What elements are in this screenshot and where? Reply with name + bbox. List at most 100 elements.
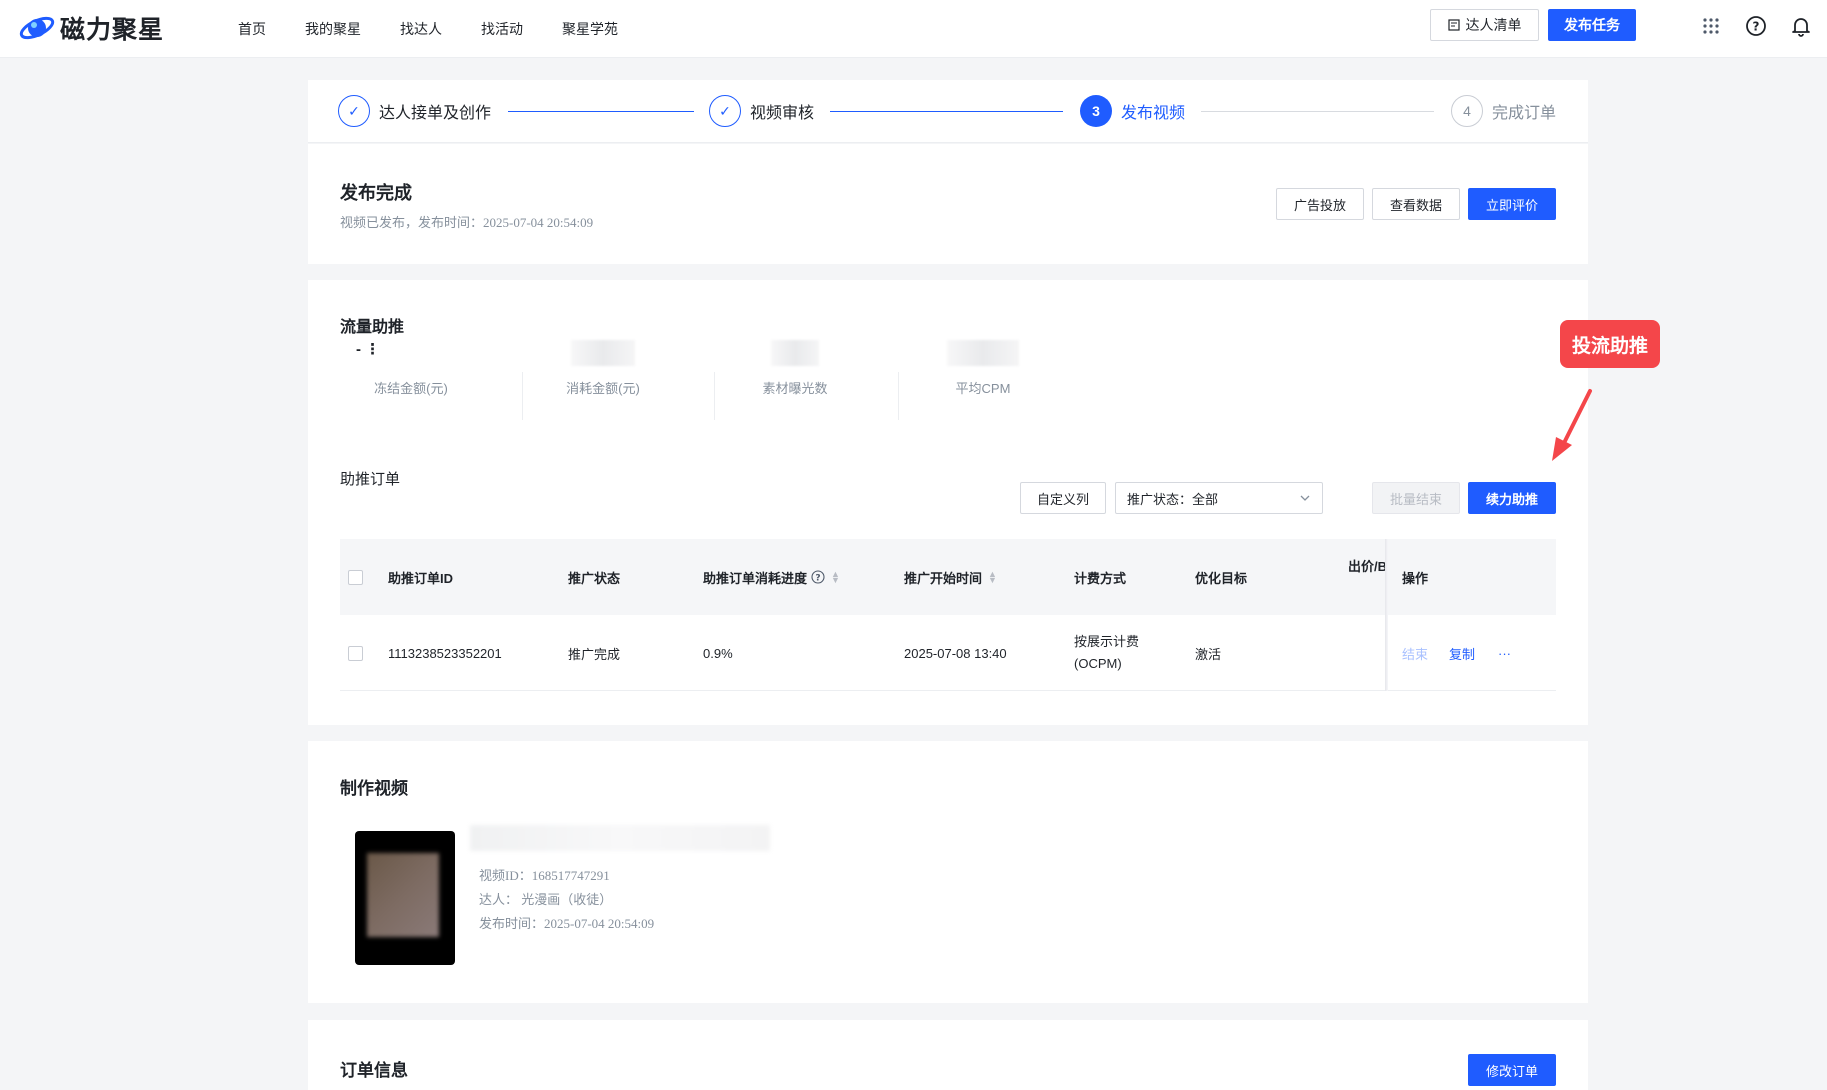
avg-cpm-stat: 平均CPM [928,340,1038,397]
order-start-time: 2025-07-08 13:40 [904,645,1007,661]
main-nav: 首页 我的聚星 找达人 找活动 聚星学苑 [238,0,657,58]
help-icon[interactable]: ? [1745,15,1767,37]
order-id: 1113238523352201 [388,645,502,661]
ad-placement-button[interactable]: 广告投放 [1276,188,1364,220]
brand-logo[interactable]: 磁力聚星 [18,10,164,46]
traffic-boost-card: 流量助推 - ⋮ 冻结金额(元) 消耗金额(元) 素材曝光数 平均CPM 助推订… [308,280,1588,725]
step-connector [1201,111,1434,112]
order-progress: 0.9% [703,645,733,661]
stat-divider [898,372,899,420]
annotation-callout: 投流助推 [1560,320,1660,368]
publish-subtitle: 视频已发布，发布时间：2025-07-04 20:54:09 [340,215,594,230]
step-connector [508,111,694,112]
order-billing: 按展示计费 (OCPM) [1074,615,1139,691]
blurred-value [947,340,1019,366]
col-progress-label: 助推订单消耗进度 [703,570,808,586]
annotation-arrow-icon [1552,389,1592,461]
status-filter-select[interactable]: 推广状态：全部 [1115,482,1323,514]
billing-model: (OCPM) [1074,656,1122,671]
step-label: 视频审核 [750,105,815,122]
billing-type: 按展示计费 [1074,634,1140,649]
publish-task-button[interactable]: 发布任务 [1548,9,1636,41]
blurred-thumbnail-image [367,853,439,937]
check-icon: ✓ [338,95,370,127]
continue-boost-button[interactable]: 续力助推 [1468,482,1556,514]
end-order-link[interactable]: 结束 [1402,615,1428,691]
col-target: 优化目标 [1195,570,1248,586]
top-header: 磁力聚星 首页 我的聚星 找达人 找活动 聚星学苑 达人清单 发布任务 ? [0,0,1827,58]
apps-grid-icon[interactable] [1700,15,1722,37]
publish-title: 发布完成 [340,183,412,203]
col-billing: 计费方式 [1074,570,1127,586]
video-id: 视频ID：168517747291 [479,868,610,883]
stat-divider [714,372,715,420]
frozen-amount-label: 冻结金额(元) [374,381,448,396]
svg-text:?: ? [1753,20,1760,34]
checkbox-box [348,645,363,661]
order-info-card: 订单信息 修改订单 [308,1020,1588,1090]
step-label: 完成订单 [1492,105,1557,122]
nav-find-activity[interactable]: 找活动 [481,19,523,39]
review-now-button[interactable]: 立即评价 [1468,188,1556,220]
list-doc-icon [1447,19,1460,31]
status-filter-value: 推广状态：全部 [1127,491,1219,507]
order-target: 激活 [1195,646,1222,662]
avg-cpm-label: 平均CPM [955,381,1011,396]
col-order-id: 助推订单ID [388,570,454,586]
video-thumbnail[interactable] [355,831,455,965]
boost-orders-table: 助推订单ID 推广状态 助推订单消耗进度 ? ▲ ▼ 推广开始时间 ▲ ▼ 计费方式… [340,539,1556,691]
nav-academy[interactable]: 聚星学苑 [562,19,618,39]
view-data-button[interactable]: 查看数据 [1372,188,1460,220]
step-label: 发布视频 [1121,105,1186,122]
nav-my-star[interactable]: 我的聚星 [305,19,361,39]
col-progress[interactable]: 助推订单消耗进度 ? ▲ ▼ [703,539,840,615]
blurred-video-title [470,825,770,851]
video-title: 制作视频 [340,779,408,798]
frozen-amount-value: - ⋮ [356,341,381,358]
step-publish: 3 发布视频 [1080,95,1185,127]
custom-columns-button[interactable]: 自定义列 [1020,482,1106,514]
col-start-time[interactable]: 推广开始时间 ▲ ▼ [904,539,997,615]
table-header: 助推订单ID 推广状态 助推订单消耗进度 ? ▲ ▼ 推广开始时间 ▲ ▼ 计费方式… [340,539,1556,615]
traffic-title: 流量助推 [340,319,405,336]
copy-order-link[interactable]: 复制 [1449,615,1475,691]
check-icon: ✓ [709,95,741,127]
bell-icon[interactable] [1790,15,1812,37]
col-bid: 出价/B [1348,558,1388,574]
step-number: 4 [1451,95,1483,127]
exposure-stat: 素材曝光数 [740,340,850,397]
col-start-time-label: 推广开始时间 [904,570,983,586]
row-checkbox[interactable] [348,615,363,691]
exposure-label: 素材曝光数 [762,381,828,396]
blurred-value [771,340,819,366]
chevron-down-icon [1300,495,1310,501]
nav-find-talent[interactable]: 找达人 [400,19,442,39]
order-info-title: 订单信息 [340,1061,408,1080]
frozen-amount-stat: - ⋮ 冻结金额(元) [356,340,466,397]
sort-icon[interactable]: ▲ ▼ [988,570,997,585]
consumed-amount-stat: 消耗金额(元) [548,340,658,397]
video-publish-time: 发布时间：2025-07-04 20:54:09 [479,916,655,931]
step-review: ✓ 视频审核 [709,95,814,127]
progress-steps: ✓ 达人接单及创作 ✓ 视频审核 3 发布视频 4 完成订单 [308,80,1588,143]
col-status: 推广状态 [568,570,621,586]
order-status: 推广完成 [568,646,621,662]
fixed-column-shadow [1385,539,1388,691]
step-number: 3 [1080,95,1112,127]
step-creation: ✓ 达人接单及创作 [338,95,491,127]
talent-list-button[interactable]: 达人清单 [1430,9,1539,41]
select-all-checkbox[interactable] [348,539,363,615]
svg-text:?: ? [815,574,820,584]
publish-status-card: 发布完成 视频已发布，发布时间：2025-07-04 20:54:09 广告投放… [308,144,1588,264]
boost-orders-title: 助推订单 [340,471,401,488]
sort-icon[interactable]: ▲ ▼ [831,570,840,585]
help-icon[interactable]: ? [811,570,825,584]
step-complete: 4 完成订单 [1451,95,1556,127]
col-actions: 操作 [1402,570,1429,586]
batch-end-button[interactable]: 批量结束 [1372,482,1460,514]
planet-logo-icon [19,16,55,40]
nav-home[interactable]: 首页 [238,19,266,39]
more-actions-icon[interactable]: ··· [1498,615,1511,691]
stat-divider [522,372,523,420]
modify-order-button[interactable]: 修改订单 [1468,1054,1556,1086]
